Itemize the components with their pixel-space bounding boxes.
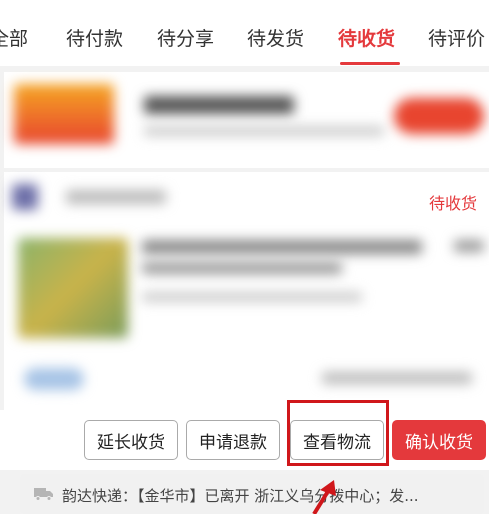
extend-receipt-button[interactable]: 延长收货 — [84, 420, 178, 460]
promo-banner[interactable] — [4, 72, 489, 168]
confirm-receipt-button[interactable]: 确认收货 — [392, 420, 486, 460]
tab-pending-receipt[interactable]: 待收货 — [338, 27, 395, 51]
tab-pending-shipment[interactable]: 待发货 — [247, 27, 304, 51]
banner-text-blurred — [144, 96, 294, 114]
order-tabs: 全部 待付款 待分享 待发货 待收货 待评价 — [0, 0, 489, 66]
product-spec-blurred — [142, 292, 362, 302]
annotation-highlight-box — [287, 400, 389, 466]
tab-pending-review[interactable]: 待评价 — [428, 27, 485, 51]
shop-avatar — [12, 184, 38, 210]
service-tag-blurred — [24, 368, 84, 390]
tab-pending-payment[interactable]: 待付款 — [66, 27, 123, 51]
banner-image — [14, 84, 114, 144]
logistics-status-text: 韵达快递：【金华市】已离开 浙江义乌分拨中心；发... — [62, 487, 419, 505]
tab-all[interactable]: 全部 — [0, 27, 28, 51]
product-title-blurred[interactable] — [142, 240, 422, 254]
shop-name-blurred[interactable] — [66, 190, 166, 204]
logistics-summary[interactable]: 韵达快递：【金华市】已离开 浙江义乌分拨中心；发... — [20, 474, 484, 514]
truck-icon — [34, 488, 53, 501]
product-title-line2-blurred — [142, 262, 342, 274]
order-actions: 延长收货 申请退款 查看物流 确认收货 — [0, 410, 489, 470]
order-card[interactable]: 待收货 — [4, 172, 489, 410]
product-image[interactable] — [18, 238, 128, 338]
order-total-blurred — [322, 372, 472, 384]
active-tab-indicator — [340, 62, 400, 65]
order-status: 待收货 — [428, 194, 477, 213]
banner-button-blurred[interactable] — [394, 98, 484, 134]
annotation-arrow-icon — [312, 480, 336, 514]
request-refund-button[interactable]: 申请退款 — [186, 420, 280, 460]
tab-pending-share[interactable]: 待分享 — [157, 27, 214, 51]
banner-subtext-blurred — [144, 126, 384, 136]
product-price-blurred — [454, 240, 484, 252]
